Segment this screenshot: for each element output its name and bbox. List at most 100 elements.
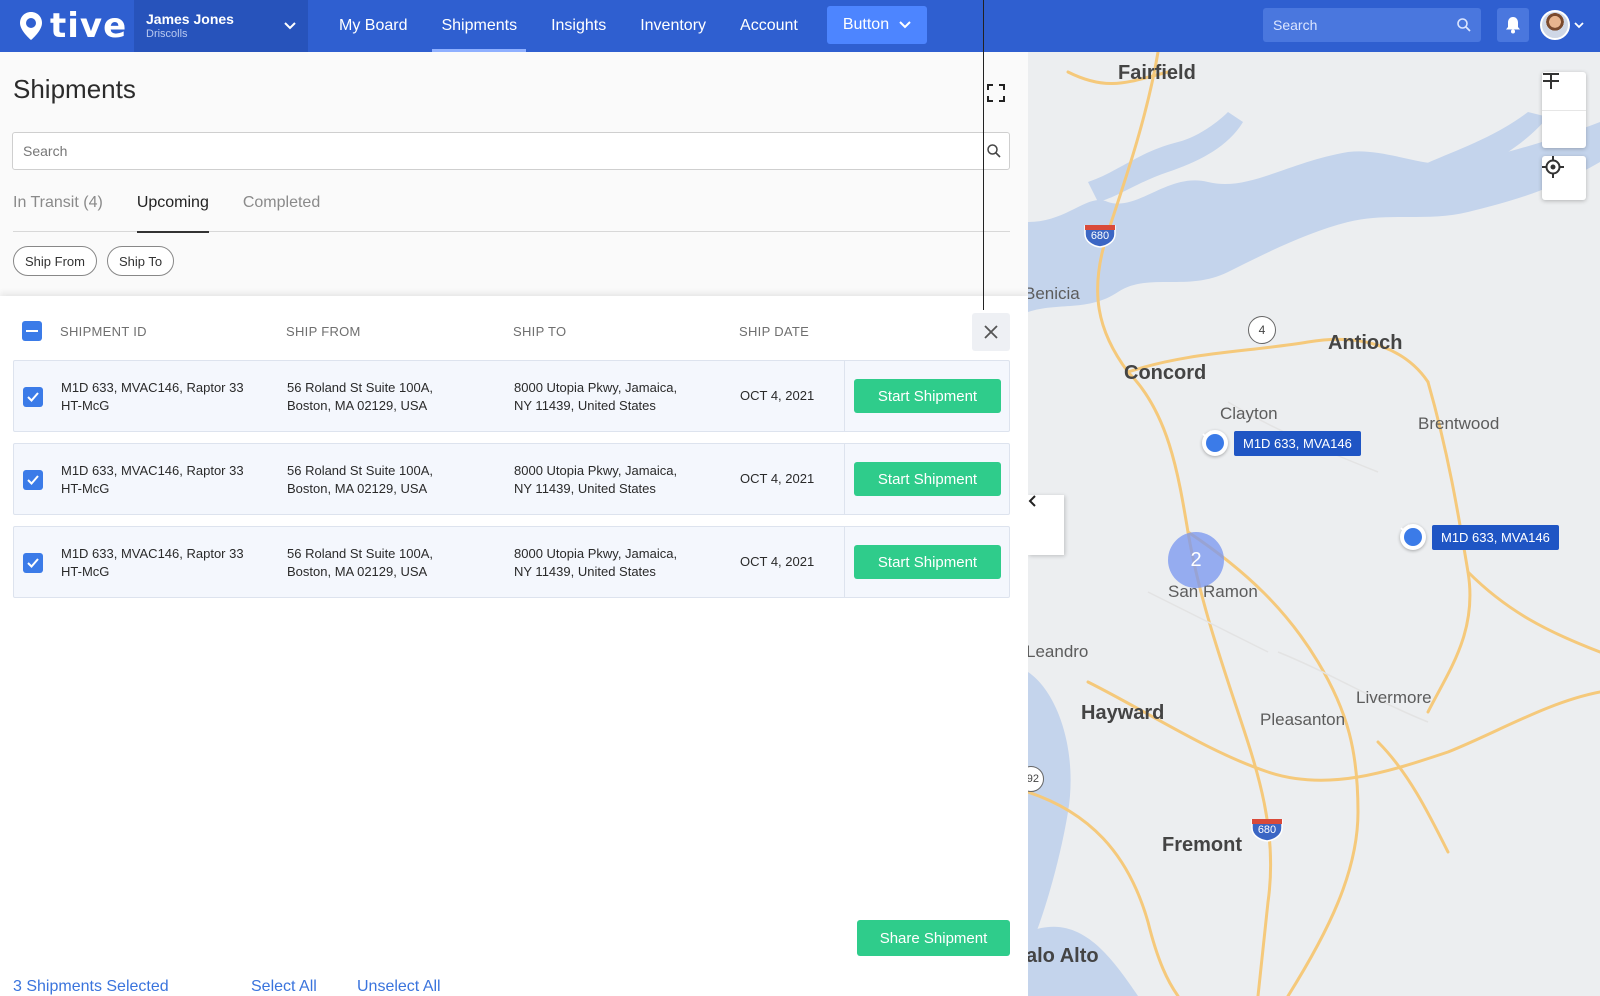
ship-to: 8000 Utopia Pkwy, Jamaica, NY 11439, Unit… <box>514 546 678 579</box>
guide-line <box>983 0 984 310</box>
tab-in-transit[interactable]: In Transit (4) <box>13 192 103 232</box>
logo-text: tive <box>50 6 128 46</box>
shipment-id: M1D 633, MVAC146, Raptor 33 HT-McG <box>61 463 244 496</box>
column-header-shipment-id: SHIPMENT ID <box>60 324 147 339</box>
shipment-cluster-marker[interactable]: 2 <box>1168 532 1224 588</box>
map-label-benicia: Benicia <box>1028 284 1080 303</box>
unselect-all-link[interactable]: Unselect All <box>357 978 441 996</box>
search-placeholder: Search <box>23 143 68 159</box>
divider <box>844 361 845 431</box>
shipment-map-pin[interactable]: M1D 633, MVA146 <box>1400 524 1559 550</box>
map-label-fairfield: Fairfield <box>1118 62 1196 84</box>
close-button[interactable] <box>972 313 1010 351</box>
shipment-id: M1D 633, MVAC146, Raptor 33 HT-McG <box>61 546 244 579</box>
column-header-ship-to: SHIP TO <box>513 324 567 339</box>
map-label-san-ramon: San Ramon <box>1168 582 1258 601</box>
highway-label: 680 <box>1257 824 1277 836</box>
share-shipment-button[interactable]: Share Shipment <box>857 920 1010 956</box>
chevron-down-icon <box>1574 21 1584 28</box>
zoom-out-button[interactable] <box>1542 73 1586 148</box>
row-checkbox[interactable] <box>23 387 43 407</box>
location-pin-icon <box>20 12 42 40</box>
map-label-concord: Concord <box>1124 362 1207 384</box>
nav-my-board[interactable]: My Board <box>322 0 424 52</box>
collapse-panel-button[interactable] <box>1028 495 1064 555</box>
tab-completed[interactable]: Completed <box>243 192 320 232</box>
map-label-leandro: Leandro <box>1028 642 1089 661</box>
nav-insights[interactable]: Insights <box>534 0 623 52</box>
table-header: SHIPMENT ID SHIP FROM SHIP TO SHIP DATE <box>0 296 1028 366</box>
select-all-checkbox[interactable] <box>22 321 42 341</box>
tab-upcoming[interactable]: Upcoming <box>136 192 209 233</box>
shipment-map-pin[interactable]: M1D 633, MVA146 <box>1202 430 1361 456</box>
ship-from: 56 Roland St Suite 100A, Boston, MA 02129… <box>287 463 433 496</box>
shipment-search-input[interactable]: Search <box>12 132 1010 170</box>
filter-ship-from[interactable]: Ship From <box>13 246 97 276</box>
crosshair-icon <box>1542 156 1564 178</box>
selection-sheet: SHIPMENT ID SHIP FROM SHIP TO SHIP DATE … <box>0 296 1028 996</box>
account-switcher[interactable]: James Jones Driscolls <box>134 0 308 52</box>
checkmark-icon <box>27 558 39 568</box>
map-label-pleasanton: Pleasanton <box>1260 710 1346 729</box>
start-shipment-button[interactable]: Start Shipment <box>854 545 1001 579</box>
account-org: Driscolls <box>146 28 188 40</box>
table-row[interactable]: M1D 633, MVAC146, Raptor 33 HT-McG 56 Rol… <box>13 443 1010 515</box>
filter-ship-to[interactable]: Ship To <box>106 246 175 276</box>
map-label-palo-alto: alo Alto <box>1028 945 1099 967</box>
divider <box>844 444 845 514</box>
pin-label: M1D 633, MVA146 <box>1432 524 1559 550</box>
header-dropdown-button[interactable]: Button <box>826 6 928 44</box>
search-icon <box>987 144 1001 158</box>
avatar <box>1540 10 1570 40</box>
main-nav: My Board Shipments Insights Inventory Ac… <box>322 0 928 52</box>
map-view[interactable]: 680 4 680 92 Fairfield Benicia Concord A… <box>1028 52 1600 996</box>
map-label-antioch: Antioch <box>1328 332 1403 354</box>
minus-icon <box>1543 73 1559 75</box>
highway-shield-680: 680 <box>1250 816 1284 842</box>
nav-account[interactable]: Account <box>723 0 815 52</box>
filter-chips: Ship From Ship To <box>13 246 175 276</box>
map-label-clayton: Clayton <box>1220 404 1278 423</box>
table-row[interactable]: M1D 633, MVAC146, Raptor 33 HT-McG 56 Rol… <box>13 526 1010 598</box>
bell-icon <box>1506 17 1520 34</box>
start-shipment-button[interactable]: Start Shipment <box>854 379 1001 413</box>
chevron-left-icon <box>1028 495 1036 507</box>
zoom-controls <box>1542 72 1586 148</box>
fullscreen-button[interactable] <box>987 84 1005 107</box>
divider <box>844 527 845 597</box>
highway-label: 680 <box>1090 230 1110 242</box>
map-label-livermore: Livermore <box>1356 688 1432 707</box>
tive-logo[interactable]: tive <box>0 0 134 52</box>
start-shipment-button[interactable]: Start Shipment <box>854 462 1001 496</box>
pin-label: M1D 633, MVA146 <box>1234 430 1361 456</box>
pin-marker <box>1400 524 1426 550</box>
page-title: Shipments <box>13 74 136 104</box>
global-search-input[interactable]: Search <box>1263 8 1481 42</box>
highway-shield-4: 4 <box>1248 316 1276 344</box>
select-all-link[interactable]: Select All <box>251 978 317 996</box>
row-checkbox[interactable] <box>23 553 43 573</box>
nav-inventory[interactable]: Inventory <box>623 0 723 52</box>
zoom-in-button[interactable] <box>1542 72 1586 110</box>
ship-to: 8000 Utopia Pkwy, Jamaica, NY 11439, Unit… <box>514 380 678 413</box>
map-label-hayward: Hayward <box>1081 702 1165 724</box>
chevron-down-icon <box>899 21 911 29</box>
top-navigation-bar: tive James Jones Driscolls My Board Ship… <box>0 0 1600 52</box>
column-header-ship-date: SHIP DATE <box>739 324 810 339</box>
ship-date: OCT 4, 2021 <box>740 388 815 403</box>
checkmark-icon <box>1202 430 1212 438</box>
map-label-fremont: Fremont <box>1162 834 1242 856</box>
ship-to: 8000 Utopia Pkwy, Jamaica, NY 11439, Unit… <box>514 463 678 496</box>
header-button-label: Button <box>842 16 890 33</box>
user-menu[interactable] <box>1540 10 1584 40</box>
search-icon <box>1457 18 1471 32</box>
column-header-ship-from: SHIP FROM <box>286 324 361 339</box>
account-name: James Jones <box>146 11 234 27</box>
my-location-button[interactable] <box>1542 156 1586 200</box>
notifications-button[interactable] <box>1497 8 1529 42</box>
map-label-brentwood: Brentwood <box>1418 414 1500 433</box>
nav-shipments[interactable]: Shipments <box>424 0 534 52</box>
table-row[interactable]: M1D 633, MVAC146, Raptor 33 HT-McG 56 Rol… <box>13 360 1010 432</box>
selection-footer: 3 Shipments Selected Select All Unselect… <box>0 968 1028 996</box>
row-checkbox[interactable] <box>23 470 43 490</box>
